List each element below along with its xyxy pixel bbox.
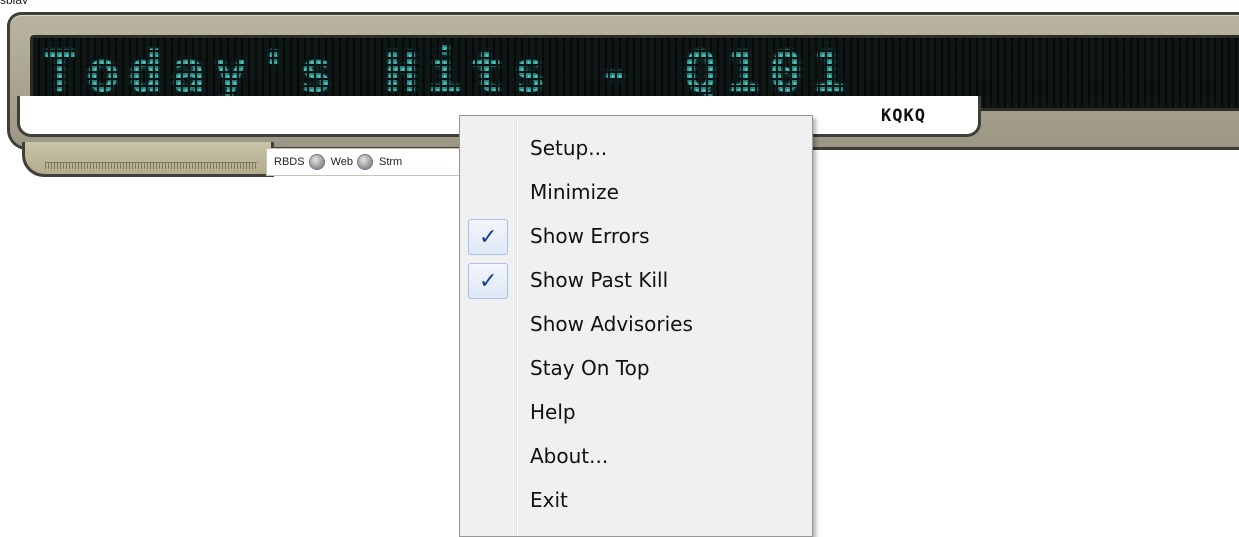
menu-item-label: Show Advisories <box>530 312 693 336</box>
indicator-label-strm: Strm <box>378 156 403 168</box>
rbds-status-light-icon <box>308 154 325 170</box>
tab-ruler-decoration <box>45 162 257 169</box>
status-indicators: RBDS Web Strm <box>266 148 462 176</box>
menu-item-setup[interactable]: Setup... <box>460 127 810 167</box>
bottom-tab <box>22 142 274 177</box>
menu-item-stay-on-top[interactable]: Stay On Top <box>460 347 810 387</box>
checkmark-glyph: ✓ <box>479 268 498 293</box>
menu-item-label: Setup... <box>530 136 608 160</box>
menu-item-show-advisories[interactable]: Show Advisories <box>460 303 810 343</box>
menu-item-exit[interactable]: Exit <box>460 479 810 519</box>
menu-item-label: Show Past Kill <box>530 268 669 292</box>
checkmark-icon: ✓ <box>468 219 508 255</box>
menu-item-minimize[interactable]: Minimize <box>460 171 810 211</box>
menu-item-label: Exit <box>530 488 568 512</box>
checkmark-icon: ✓ <box>468 263 508 299</box>
checkmark-glyph: ✓ <box>479 224 498 249</box>
context-menu: Setup... Minimize ✓ Show Errors ✓ Show Past K… <box>459 115 813 537</box>
web-status-light-icon <box>356 154 373 170</box>
menu-item-show-past-kill[interactable]: ✓ Show Past Kill <box>460 259 810 299</box>
menu-item-label: Show Errors <box>530 224 650 248</box>
menu-item-label: Help <box>530 400 576 424</box>
window-title-fragment: splay <box>0 0 60 4</box>
menu-item-label: Minimize <box>530 180 619 204</box>
station-callsign: KQKQ <box>881 106 926 126</box>
indicator-label-rbds: RBDS <box>274 156 305 168</box>
menu-item-about[interactable]: About... <box>460 435 810 475</box>
menu-item-label: Stay On Top <box>530 356 650 380</box>
menu-item-help[interactable]: Help <box>460 391 810 431</box>
menu-item-label: About... <box>530 444 609 468</box>
indicator-label-web: Web <box>330 156 353 168</box>
menu-item-show-errors[interactable]: ✓ Show Errors <box>460 215 810 255</box>
